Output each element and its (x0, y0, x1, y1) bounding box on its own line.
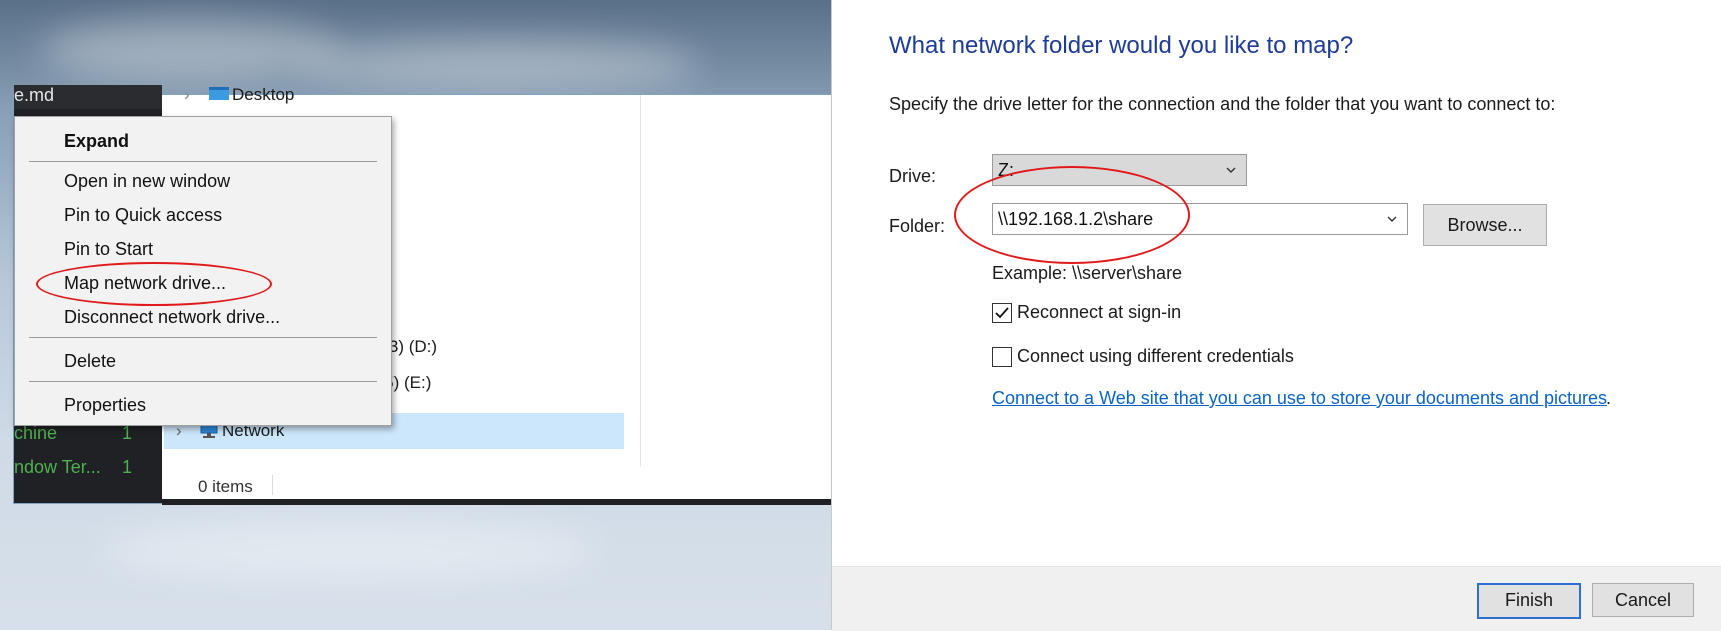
editor-row[interactable]: chine 1 (14, 423, 162, 444)
reconnect-checkbox[interactable] (992, 303, 1012, 323)
cloud (100, 520, 600, 580)
menu-item-expand[interactable]: Expand (64, 131, 129, 152)
menu-item-delete[interactable]: Delete (64, 351, 116, 372)
editor-tab-title: e.md (14, 85, 55, 105)
menu-item-disconnect-network-drive[interactable]: Disconnect network drive... (64, 307, 280, 328)
menu-separator (29, 161, 377, 162)
editor-row-count: 1 (121, 457, 132, 477)
bottom-strip (162, 499, 834, 505)
editor-row-count: 1 (121, 423, 132, 443)
dialog-footer: Finish Cancel (832, 566, 1721, 631)
menu-item-open-new-window[interactable]: Open in new window (64, 171, 230, 192)
chevron-right-icon[interactable]: › (184, 85, 190, 105)
finish-button[interactable]: Finish (1477, 583, 1581, 619)
menu-separator (29, 381, 377, 382)
cloud (300, 40, 700, 90)
chevron-down-icon[interactable] (1387, 214, 1397, 224)
editor-row-label: chine (14, 423, 58, 443)
status-bar: 0 items (162, 467, 834, 503)
cancel-button[interactable]: Cancel (1592, 583, 1694, 617)
map-network-drive-dialog: What network folder would you like to ma… (831, 0, 1721, 631)
link-suffix: . (1606, 388, 1612, 408)
desktop-folder-icon (208, 85, 230, 106)
dialog-description: Specify the drive letter for the connect… (889, 94, 1556, 114)
editor-row[interactable]: ndow Ter... 1 (14, 457, 162, 478)
reconnect-label[interactable]: Reconnect at sign-in (1017, 302, 1181, 323)
folder-example-text: Example: \\server\share (992, 263, 1183, 283)
browse-button[interactable]: Browse... (1423, 204, 1547, 246)
chevron-down-icon (1226, 167, 1236, 173)
status-item-count: 0 items (198, 477, 253, 496)
annotation-ellipse (36, 262, 272, 306)
different-credentials-label[interactable]: Connect using different credentials (1017, 346, 1294, 367)
nav-item-desktop[interactable]: Desktop (232, 85, 294, 105)
drive-label: Drive: (889, 166, 937, 186)
annotation-ellipse (954, 166, 1190, 264)
dialog-title: What network folder would you like to ma… (889, 32, 1354, 59)
checkmark-icon (995, 307, 1009, 319)
different-credentials-checkbox[interactable] (992, 347, 1012, 367)
status-separator (272, 475, 273, 495)
menu-item-pin-quick-access[interactable]: Pin to Quick access (64, 205, 222, 226)
menu-item-pin-to-start[interactable]: Pin to Start (64, 239, 153, 260)
folder-label: Folder: (889, 216, 946, 236)
editor-tab[interactable]: e.md (14, 85, 162, 109)
menu-separator (29, 337, 377, 338)
editor-row-label: ndow Ter... (14, 457, 101, 477)
web-site-link[interactable]: Connect to a Web site that you can use t… (992, 388, 1607, 409)
menu-item-properties[interactable]: Properties (64, 395, 146, 416)
cloud (40, 20, 340, 80)
